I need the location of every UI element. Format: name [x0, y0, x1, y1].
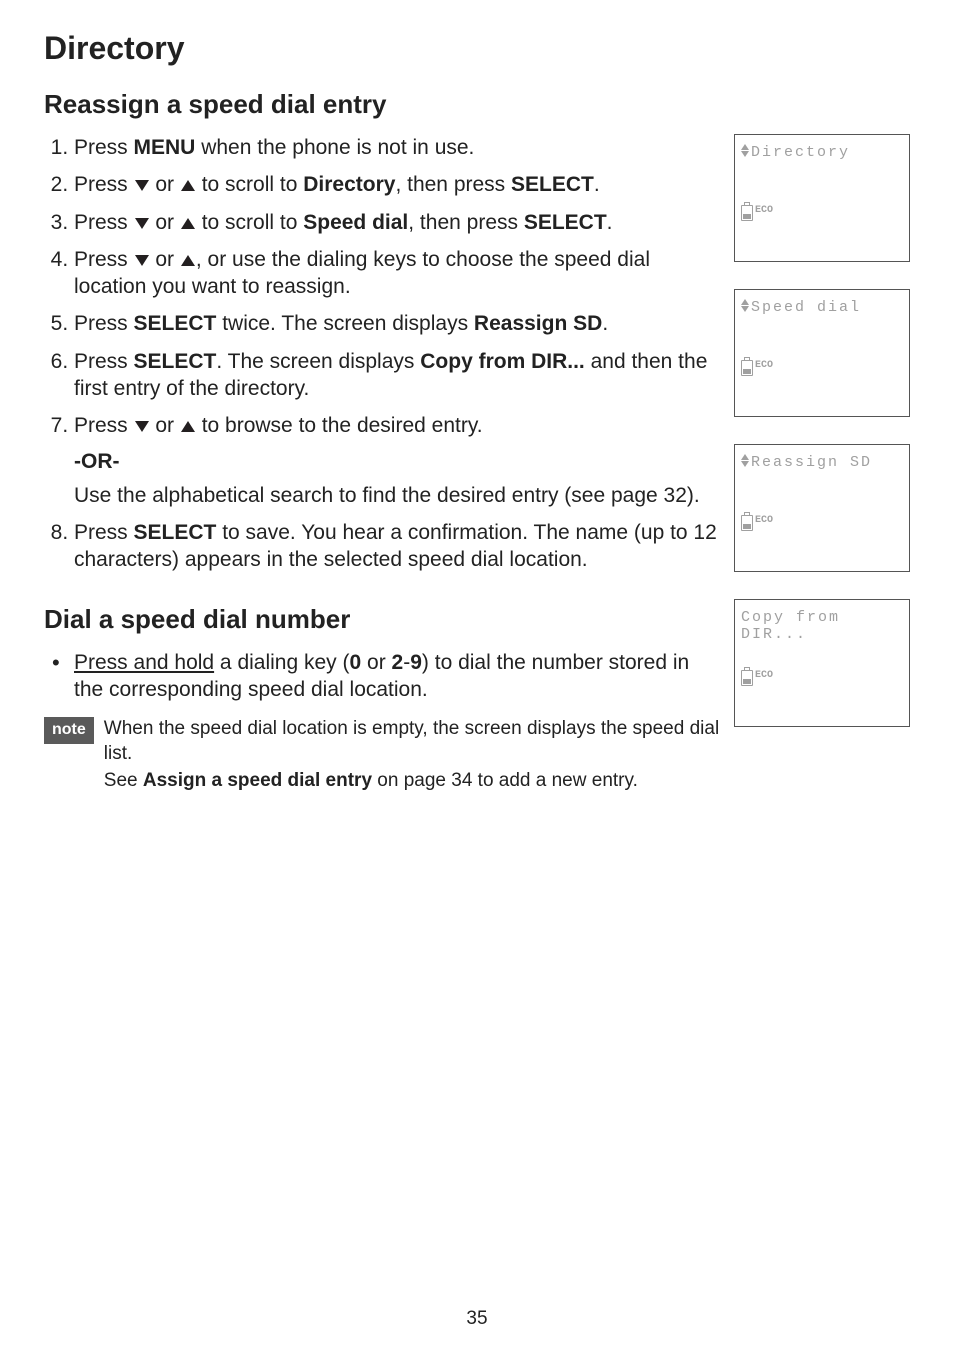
bullet-1: Press and hold a dialing key (0 or 2-9) …	[74, 649, 722, 704]
step-4-b: or	[150, 248, 180, 271]
or-label: -OR-	[74, 450, 722, 474]
battery-icon	[741, 515, 753, 531]
note-row: note When the speed dial location is emp…	[44, 717, 722, 795]
step-7: Press or to browse to the desired entry.	[74, 412, 722, 439]
step-6-copy: Copy from DIR...	[420, 350, 585, 373]
step-3-c: to scroll to	[196, 211, 303, 234]
arrow-up-icon	[181, 421, 195, 432]
battery-icon	[741, 670, 753, 686]
step-3: Press or to scroll to Speed dial, then p…	[74, 209, 722, 236]
page-title: Directory	[44, 30, 910, 67]
note-tag: note	[44, 717, 94, 744]
step-7-b: or	[150, 414, 180, 437]
scroll-indicator-icon	[741, 454, 749, 467]
lcd-screen-reassign-sd: Reassign SD ECO	[734, 444, 910, 572]
step-8: Press SELECT to save. You hear a confirm…	[74, 519, 722, 574]
note-line2-b: Assign a speed dial entry	[143, 770, 372, 791]
step-3-b: or	[150, 211, 180, 234]
lcd-line-text: Reassign SD	[751, 454, 872, 471]
step-6-c: . The screen displays	[216, 350, 420, 373]
step-5-reassign: Reassign SD	[474, 312, 602, 335]
step-7-a: Press	[74, 414, 134, 437]
step-6-a: Press	[74, 350, 134, 373]
step-2-c: to scroll to	[196, 173, 303, 196]
bullet-list: Press and hold a dialing key (0 or 2-9) …	[44, 649, 722, 704]
note-line1: When the speed dial location is empty, t…	[104, 717, 722, 766]
step-6-select: SELECT	[134, 350, 217, 373]
arrow-up-icon	[181, 255, 195, 266]
step-2-select: SELECT	[511, 173, 594, 196]
lcd-screen-directory: Directory ECO	[734, 134, 910, 262]
eco-label: ECO	[755, 670, 773, 681]
arrow-down-icon	[135, 180, 149, 191]
note-line2-c: on page 34 to add a new entry.	[372, 770, 638, 791]
side-column: Directory ECO Speed dial ECO	[734, 134, 910, 754]
step-3-e: , then press	[408, 211, 524, 234]
page-number: 35	[0, 1308, 954, 1330]
note-line2: See Assign a speed dial entry on page 34…	[104, 769, 722, 794]
step-2-a: Press	[74, 173, 134, 196]
step-3-select: SELECT	[524, 211, 607, 234]
step-2-e: , then press	[395, 173, 511, 196]
eco-label: ECO	[755, 205, 773, 216]
battery-icon	[741, 205, 753, 221]
step-1: Press MENU when the phone is not in use.	[74, 134, 722, 161]
step-5: Press SELECT twice. The screen displays …	[74, 310, 722, 337]
arrow-down-icon	[135, 218, 149, 229]
note-text: When the speed dial location is empty, t…	[104, 717, 722, 795]
section1-heading: Reassign a speed dial entry	[44, 89, 910, 120]
arrow-down-icon	[135, 255, 149, 266]
step-2-b: or	[150, 173, 180, 196]
step-4: Press or , or use the dialing keys to ch…	[74, 246, 722, 301]
steps-list: Press MENU when the phone is not in use.…	[44, 134, 722, 440]
scroll-indicator-icon	[741, 299, 749, 312]
step-2-g: .	[594, 173, 600, 196]
step-5-select: SELECT	[134, 312, 217, 335]
step-4-a: Press	[74, 248, 134, 271]
step-1-menu: MENU	[134, 136, 196, 159]
bullet-1-0: 0	[350, 651, 362, 674]
step-5-c: twice. The screen displays	[216, 312, 474, 335]
main-column: Press MENU when the phone is not in use.…	[44, 134, 722, 795]
step-3-a: Press	[74, 211, 134, 234]
step-1-text-a: Press	[74, 136, 134, 159]
steps-list-cont: Press SELECT to save. You hear a confirm…	[44, 519, 722, 574]
battery-icon	[741, 360, 753, 376]
lcd-screen-speed-dial: Speed dial ECO	[734, 289, 910, 417]
bullet-1-d: or	[361, 651, 391, 674]
bullet-1-2: 2	[392, 651, 404, 674]
bullet-1-9: 9	[410, 651, 422, 674]
lcd-line-text: Speed dial	[751, 299, 861, 316]
lcd-line-text: Copy from DIR...	[741, 609, 903, 643]
step-1-text-c: when the phone is not in use.	[195, 136, 474, 159]
step-2-directory: Directory	[303, 173, 395, 196]
step-5-e: .	[602, 312, 608, 335]
step-2: Press or to scroll to Directory, then pr…	[74, 171, 722, 198]
eco-label: ECO	[755, 515, 773, 526]
arrow-up-icon	[181, 180, 195, 191]
step-8-a: Press	[74, 521, 134, 544]
lcd-line-text: Directory	[751, 144, 850, 161]
bullet-1-ul: Press and hold	[74, 651, 214, 674]
step-3-g: .	[607, 211, 613, 234]
step-7-c: to browse to the desired entry.	[196, 414, 483, 437]
arrow-down-icon	[135, 421, 149, 432]
step-6: Press SELECT. The screen displays Copy f…	[74, 348, 722, 403]
step-3-speeddial: Speed dial	[303, 211, 408, 234]
section2-heading: Dial a speed dial number	[44, 604, 722, 635]
arrow-up-icon	[181, 218, 195, 229]
alt-search-text: Use the alphabetical search to find the …	[74, 482, 722, 509]
note-line2-a: See	[104, 770, 143, 791]
step-8-select: SELECT	[134, 521, 217, 544]
lcd-screen-copy-from-dir: Copy from DIR... ECO	[734, 599, 910, 727]
step-5-a: Press	[74, 312, 134, 335]
scroll-indicator-icon	[741, 144, 749, 157]
eco-label: ECO	[755, 360, 773, 371]
bullet-1-b: a dialing key (	[214, 651, 349, 674]
